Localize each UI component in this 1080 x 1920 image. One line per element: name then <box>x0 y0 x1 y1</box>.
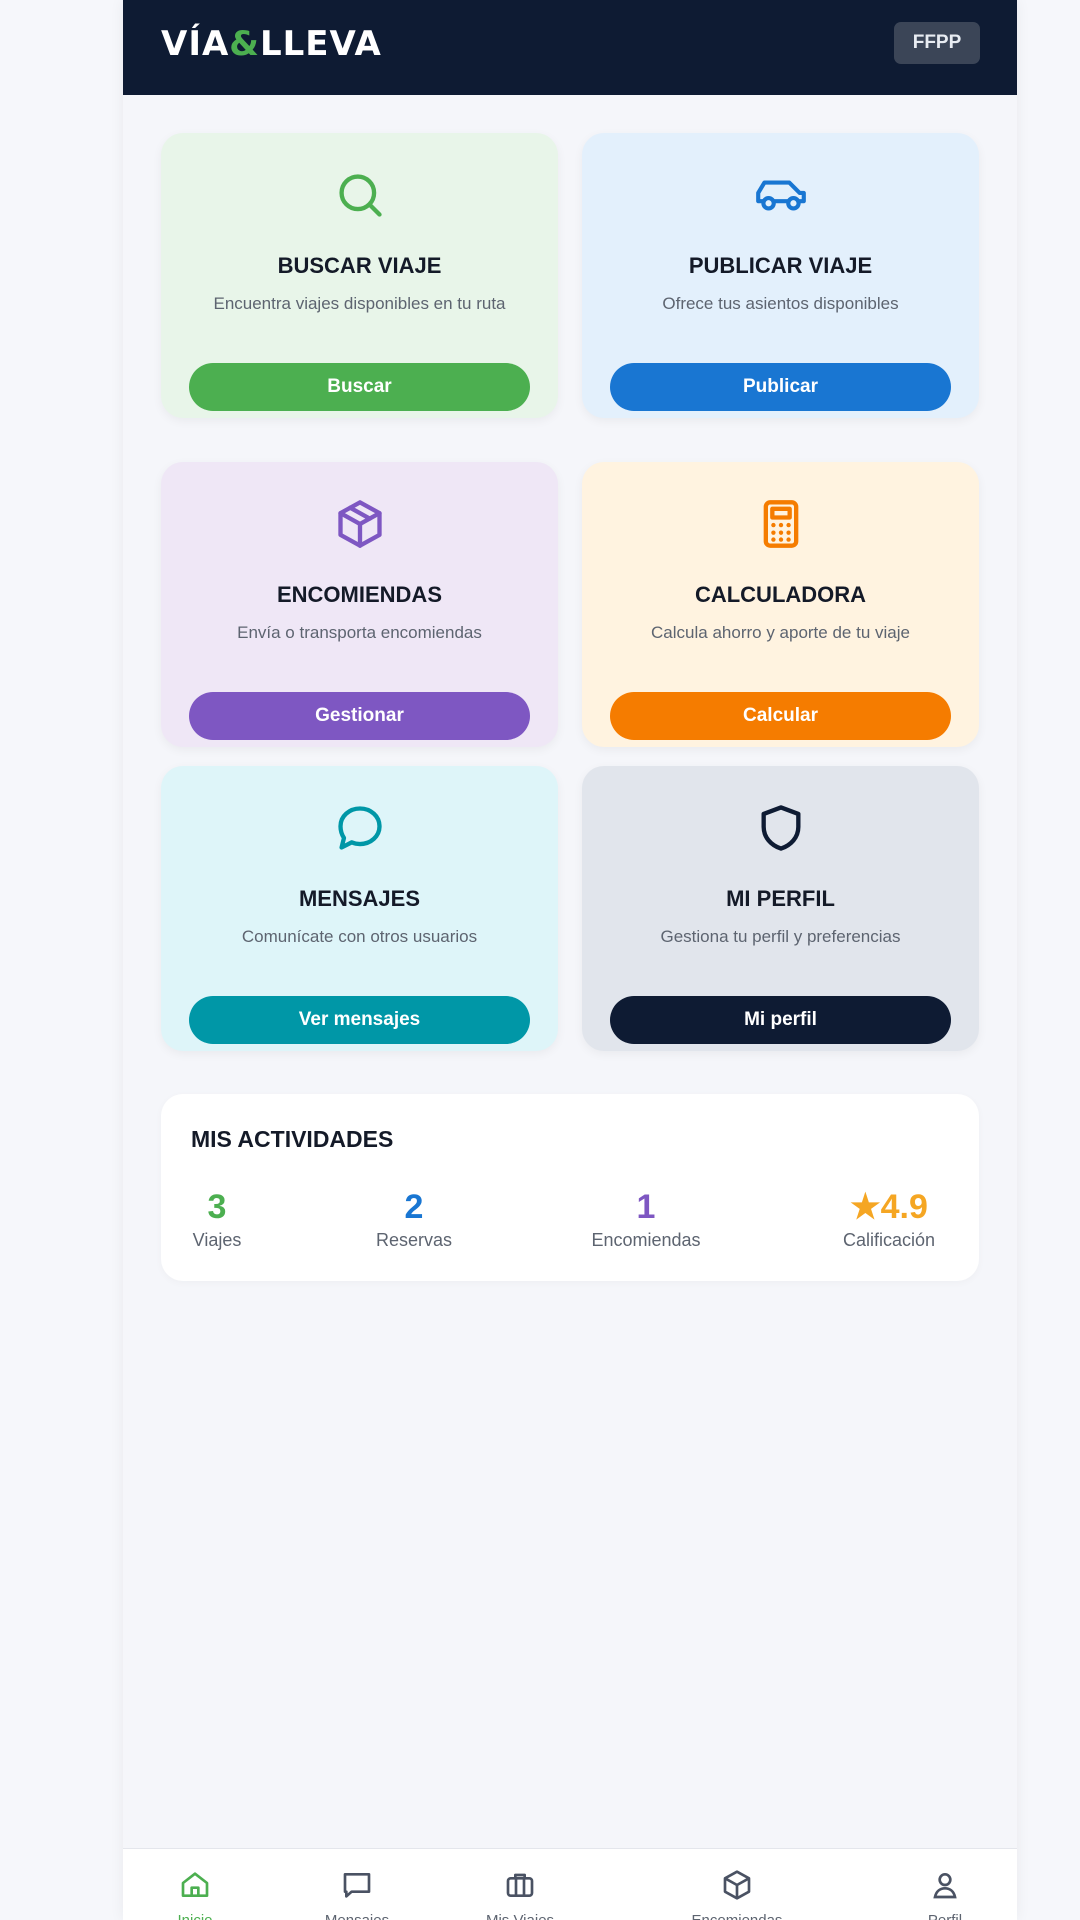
nav-label: Encomiendas <box>692 1912 783 1920</box>
card-description: Comunícate con otros usuarios <box>241 927 478 946</box>
user-initials-badge[interactable]: FFPP <box>894 22 980 64</box>
card-buscar-viaje: BUSCAR VIAJE Encuentra viajes disponible… <box>161 133 558 418</box>
car-icon <box>582 169 979 221</box>
activities-title: MIS ACTIVIDADES <box>191 1126 394 1152</box>
app-frame: VÍA&LLEVA FFPP BUSCAR VIAJE Encuentra vi… <box>123 0 1017 1920</box>
stat-calificacion[interactable]: ★4.9 Calificación <box>827 1188 951 1251</box>
stat-value: ★4.9 <box>850 1188 928 1226</box>
search-icon <box>161 169 558 221</box>
stat-label: Encomiendas <box>591 1230 701 1250</box>
nav-item-perfil[interactable]: Perfil <box>870 1849 1017 1920</box>
stat-label: Calificación <box>842 1230 936 1250</box>
card-description: Encuentra viajes disponibles en tu ruta <box>213 294 506 313</box>
calculator-icon <box>582 498 979 550</box>
gestionar-button[interactable]: Gestionar <box>189 692 530 740</box>
nav-item-inicio[interactable]: Inicio <box>123 1849 270 1920</box>
card-description: Gestiona tu perfil y preferencias <box>660 927 901 946</box>
nav-item-mis-viajes[interactable]: Mis Viajes <box>445 1849 595 1920</box>
card-encomiendas: ENCOMIENDAS Envía o transporta encomiend… <box>161 462 558 747</box>
chat-icon <box>341 1869 373 1906</box>
card-title: ENCOMIENDAS <box>276 582 442 607</box>
card-description: Envía o transporta encomiendas <box>237 623 482 642</box>
card-title: MI PERFIL <box>726 886 835 911</box>
stat-encomiendas[interactable]: 1 Encomiendas <box>576 1188 716 1251</box>
logo-ampersand: & <box>229 24 260 64</box>
nav-item-encomiendas[interactable]: Encomiendas <box>662 1849 812 1920</box>
logo-text-lleva: LLEVA <box>259 24 382 64</box>
card-title: BUSCAR VIAJE <box>277 253 442 278</box>
mi-perfil-button[interactable]: Mi perfil <box>610 996 951 1044</box>
stat-label: Reservas <box>375 1230 453 1250</box>
card-title: CALCULADORA <box>694 582 867 607</box>
user-icon <box>929 1869 961 1906</box>
card-title: PUBLICAR VIAJE <box>688 253 873 278</box>
app-header: VÍA&LLEVA FFPP <box>123 0 1017 95</box>
stat-reservas[interactable]: 2 Reservas <box>364 1188 464 1251</box>
card-mensajes: MENSAJES Comunícate con otros usuarios V… <box>161 766 558 1051</box>
nav-label: Inicio <box>177 1912 212 1920</box>
app-logo[interactable]: VÍA&LLEVA <box>161 24 382 64</box>
card-title: MENSAJES <box>298 886 421 911</box>
activities-panel: MIS ACTIVIDADES 3 Viajes 2 Reservas 1 En… <box>161 1094 979 1281</box>
stat-label: Viajes <box>192 1230 242 1250</box>
calcular-button[interactable]: Calcular <box>610 692 951 740</box>
package-icon <box>721 1869 753 1906</box>
nav-label: Perfil <box>928 1912 962 1920</box>
stat-viajes[interactable]: 3 Viajes <box>191 1188 243 1251</box>
home-icon <box>179 1869 211 1906</box>
nav-item-mensajes[interactable]: Mensajes <box>282 1849 432 1920</box>
chat-icon <box>161 802 558 854</box>
card-description: Calcula ahorro y aporte de tu viaje <box>651 623 910 642</box>
package-icon <box>161 498 558 550</box>
logo-text-via: VÍA <box>161 24 230 64</box>
stat-value: 1 <box>636 1188 656 1226</box>
card-calculadora: CALCULADORA Calcula ahorro y aporte de t… <box>582 462 979 747</box>
ver-mensajes-button[interactable]: Ver mensajes <box>189 996 530 1044</box>
nav-label: Mensajes <box>325 1912 389 1920</box>
card-description: Ofrece tus asientos disponibles <box>662 294 899 313</box>
card-mi-perfil: MI PERFIL Gestiona tu perfil y preferenc… <box>582 766 979 1051</box>
publicar-button[interactable]: Publicar <box>610 363 951 411</box>
card-publicar-viaje: PUBLICAR VIAJE Ofrece tus asientos dispo… <box>582 133 979 418</box>
stat-value: 3 <box>207 1188 227 1226</box>
stat-value: 2 <box>404 1188 424 1226</box>
briefcase-icon <box>504 1869 536 1906</box>
bottom-nav: Inicio Mensajes Mis Viajes Encomiendas P… <box>123 1848 1017 1920</box>
buscar-button[interactable]: Buscar <box>189 363 530 411</box>
nav-label: Mis Viajes <box>486 1912 554 1920</box>
shield-icon <box>582 802 979 854</box>
